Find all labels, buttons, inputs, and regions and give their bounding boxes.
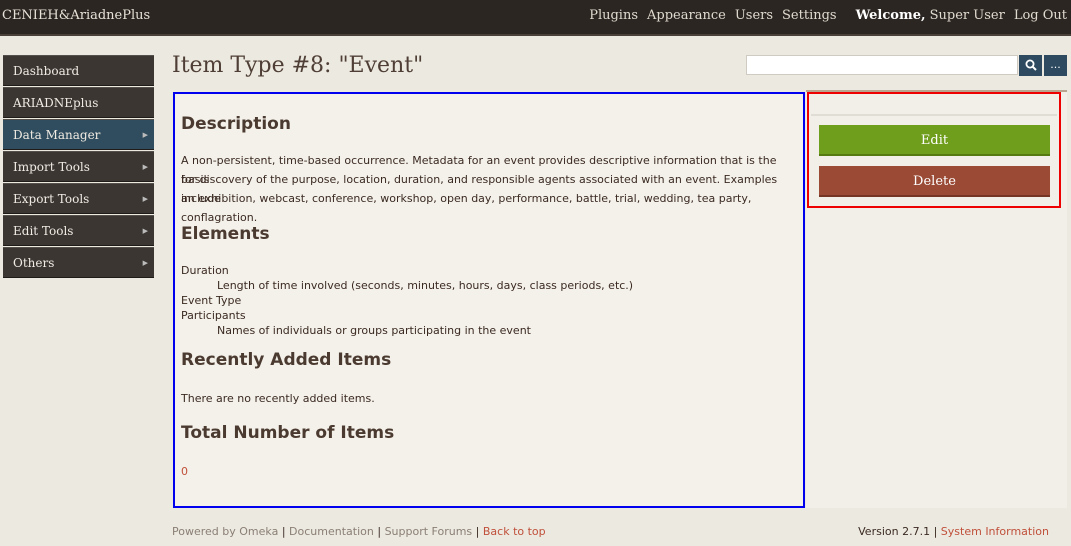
sidebar-item-label: Data Manager bbox=[13, 128, 101, 142]
sidebar-item-others[interactable]: Others ▶ bbox=[3, 247, 154, 278]
sidebar-item-label: Import Tools bbox=[13, 160, 90, 174]
page-title: Item Type #8: "Event" bbox=[172, 53, 424, 78]
sidebar-item-dashboard[interactable]: Dashboard bbox=[3, 55, 154, 86]
system-info-link[interactable]: System Information bbox=[941, 525, 1049, 538]
powered-by-link[interactable]: Powered by Omeka bbox=[172, 525, 278, 538]
support-forums-link[interactable]: Support Forums bbox=[385, 525, 473, 538]
documentation-link[interactable]: Documentation bbox=[289, 525, 374, 538]
sidebar-item-label: Others bbox=[13, 256, 55, 270]
edit-button[interactable]: Edit bbox=[819, 125, 1050, 156]
site-title[interactable]: CENIEH&AriadnePlus bbox=[2, 8, 150, 23]
advanced-search-button[interactable]: ... bbox=[1044, 55, 1067, 76]
sidebar-item-data-manager[interactable]: Data Manager ▶ bbox=[3, 119, 154, 150]
element-description: Names of individuals or groups participa… bbox=[217, 324, 531, 337]
chevron-right-icon: ▶ bbox=[142, 163, 148, 171]
footer-version: Version 2.7.1 | System Information bbox=[858, 525, 1049, 538]
back-to-top-link[interactable]: Back to top bbox=[483, 525, 546, 538]
sidebar-item-import-tools[interactable]: Import Tools ▶ bbox=[3, 151, 154, 182]
top-bar: CENIEH&AriadnePlus Plugins Appearance Us… bbox=[0, 0, 1071, 36]
main-content: Description A non-persistent, time-based… bbox=[173, 92, 805, 508]
chevron-right-icon: ▶ bbox=[142, 259, 148, 267]
total-items-heading: Total Number of Items bbox=[181, 423, 395, 443]
search-button[interactable] bbox=[1019, 55, 1042, 76]
sidebar-item-edit-tools[interactable]: Edit Tools ▶ bbox=[3, 215, 154, 246]
separator: | bbox=[377, 525, 382, 538]
logout-link[interactable]: Log Out bbox=[1014, 8, 1067, 23]
welcome-label: Welcome, bbox=[855, 8, 926, 23]
sidebar-item-label: Export Tools bbox=[13, 192, 90, 206]
footer-links: Powered by Omeka | Documentation | Suppo… bbox=[172, 525, 546, 538]
separator: | bbox=[281, 525, 286, 538]
nav-plugins[interactable]: Plugins bbox=[589, 8, 638, 23]
recent-items-text: There are no recently added items. bbox=[181, 392, 375, 405]
sidebar-item-export-tools[interactable]: Export Tools ▶ bbox=[3, 183, 154, 214]
nav-settings[interactable]: Settings bbox=[782, 8, 837, 23]
element-name: Participants bbox=[181, 309, 246, 322]
separator: | bbox=[933, 525, 938, 538]
elements-heading: Elements bbox=[181, 224, 270, 244]
chevron-right-icon: ▶ bbox=[142, 195, 148, 203]
sidebar-item-ariadne-tracking[interactable]: ARIADNEplus Tracking bbox=[3, 87, 154, 141]
description-line: an exhibition, webcast, conference, work… bbox=[181, 192, 752, 224]
chevron-right-icon: ▶ bbox=[142, 227, 148, 235]
total-items-count[interactable]: 0 bbox=[181, 462, 188, 481]
user-link[interactable]: Super User bbox=[930, 8, 1005, 23]
sidebar-item-label: Edit Tools bbox=[13, 224, 74, 238]
sidebar: Dashboard ARIADNEplus Tracking Data Mana… bbox=[3, 55, 154, 279]
separator: | bbox=[475, 525, 480, 538]
welcome-text: Welcome, Super User bbox=[856, 8, 1005, 23]
panel-separator bbox=[811, 114, 1057, 116]
description-heading: Description bbox=[181, 114, 291, 134]
version-text: Version 2.7.1 bbox=[858, 525, 931, 538]
chevron-right-icon: ▶ bbox=[142, 131, 148, 139]
actions-panel: Edit Delete bbox=[807, 92, 1061, 208]
delete-button[interactable]: Delete bbox=[819, 166, 1050, 197]
nav-appearance[interactable]: Appearance bbox=[647, 8, 726, 23]
sidebar-item-label: Dashboard bbox=[13, 64, 80, 78]
recent-items-heading: Recently Added Items bbox=[181, 350, 392, 370]
element-name: Duration bbox=[181, 264, 229, 277]
element-description: Length of time involved (seconds, minute… bbox=[217, 279, 634, 292]
top-nav: Plugins Appearance Users Settings Welcom… bbox=[589, 8, 1067, 23]
element-name: Event Type bbox=[181, 294, 242, 307]
search-input[interactable] bbox=[746, 55, 1018, 75]
nav-users[interactable]: Users bbox=[735, 8, 773, 23]
search-icon bbox=[1025, 59, 1037, 71]
